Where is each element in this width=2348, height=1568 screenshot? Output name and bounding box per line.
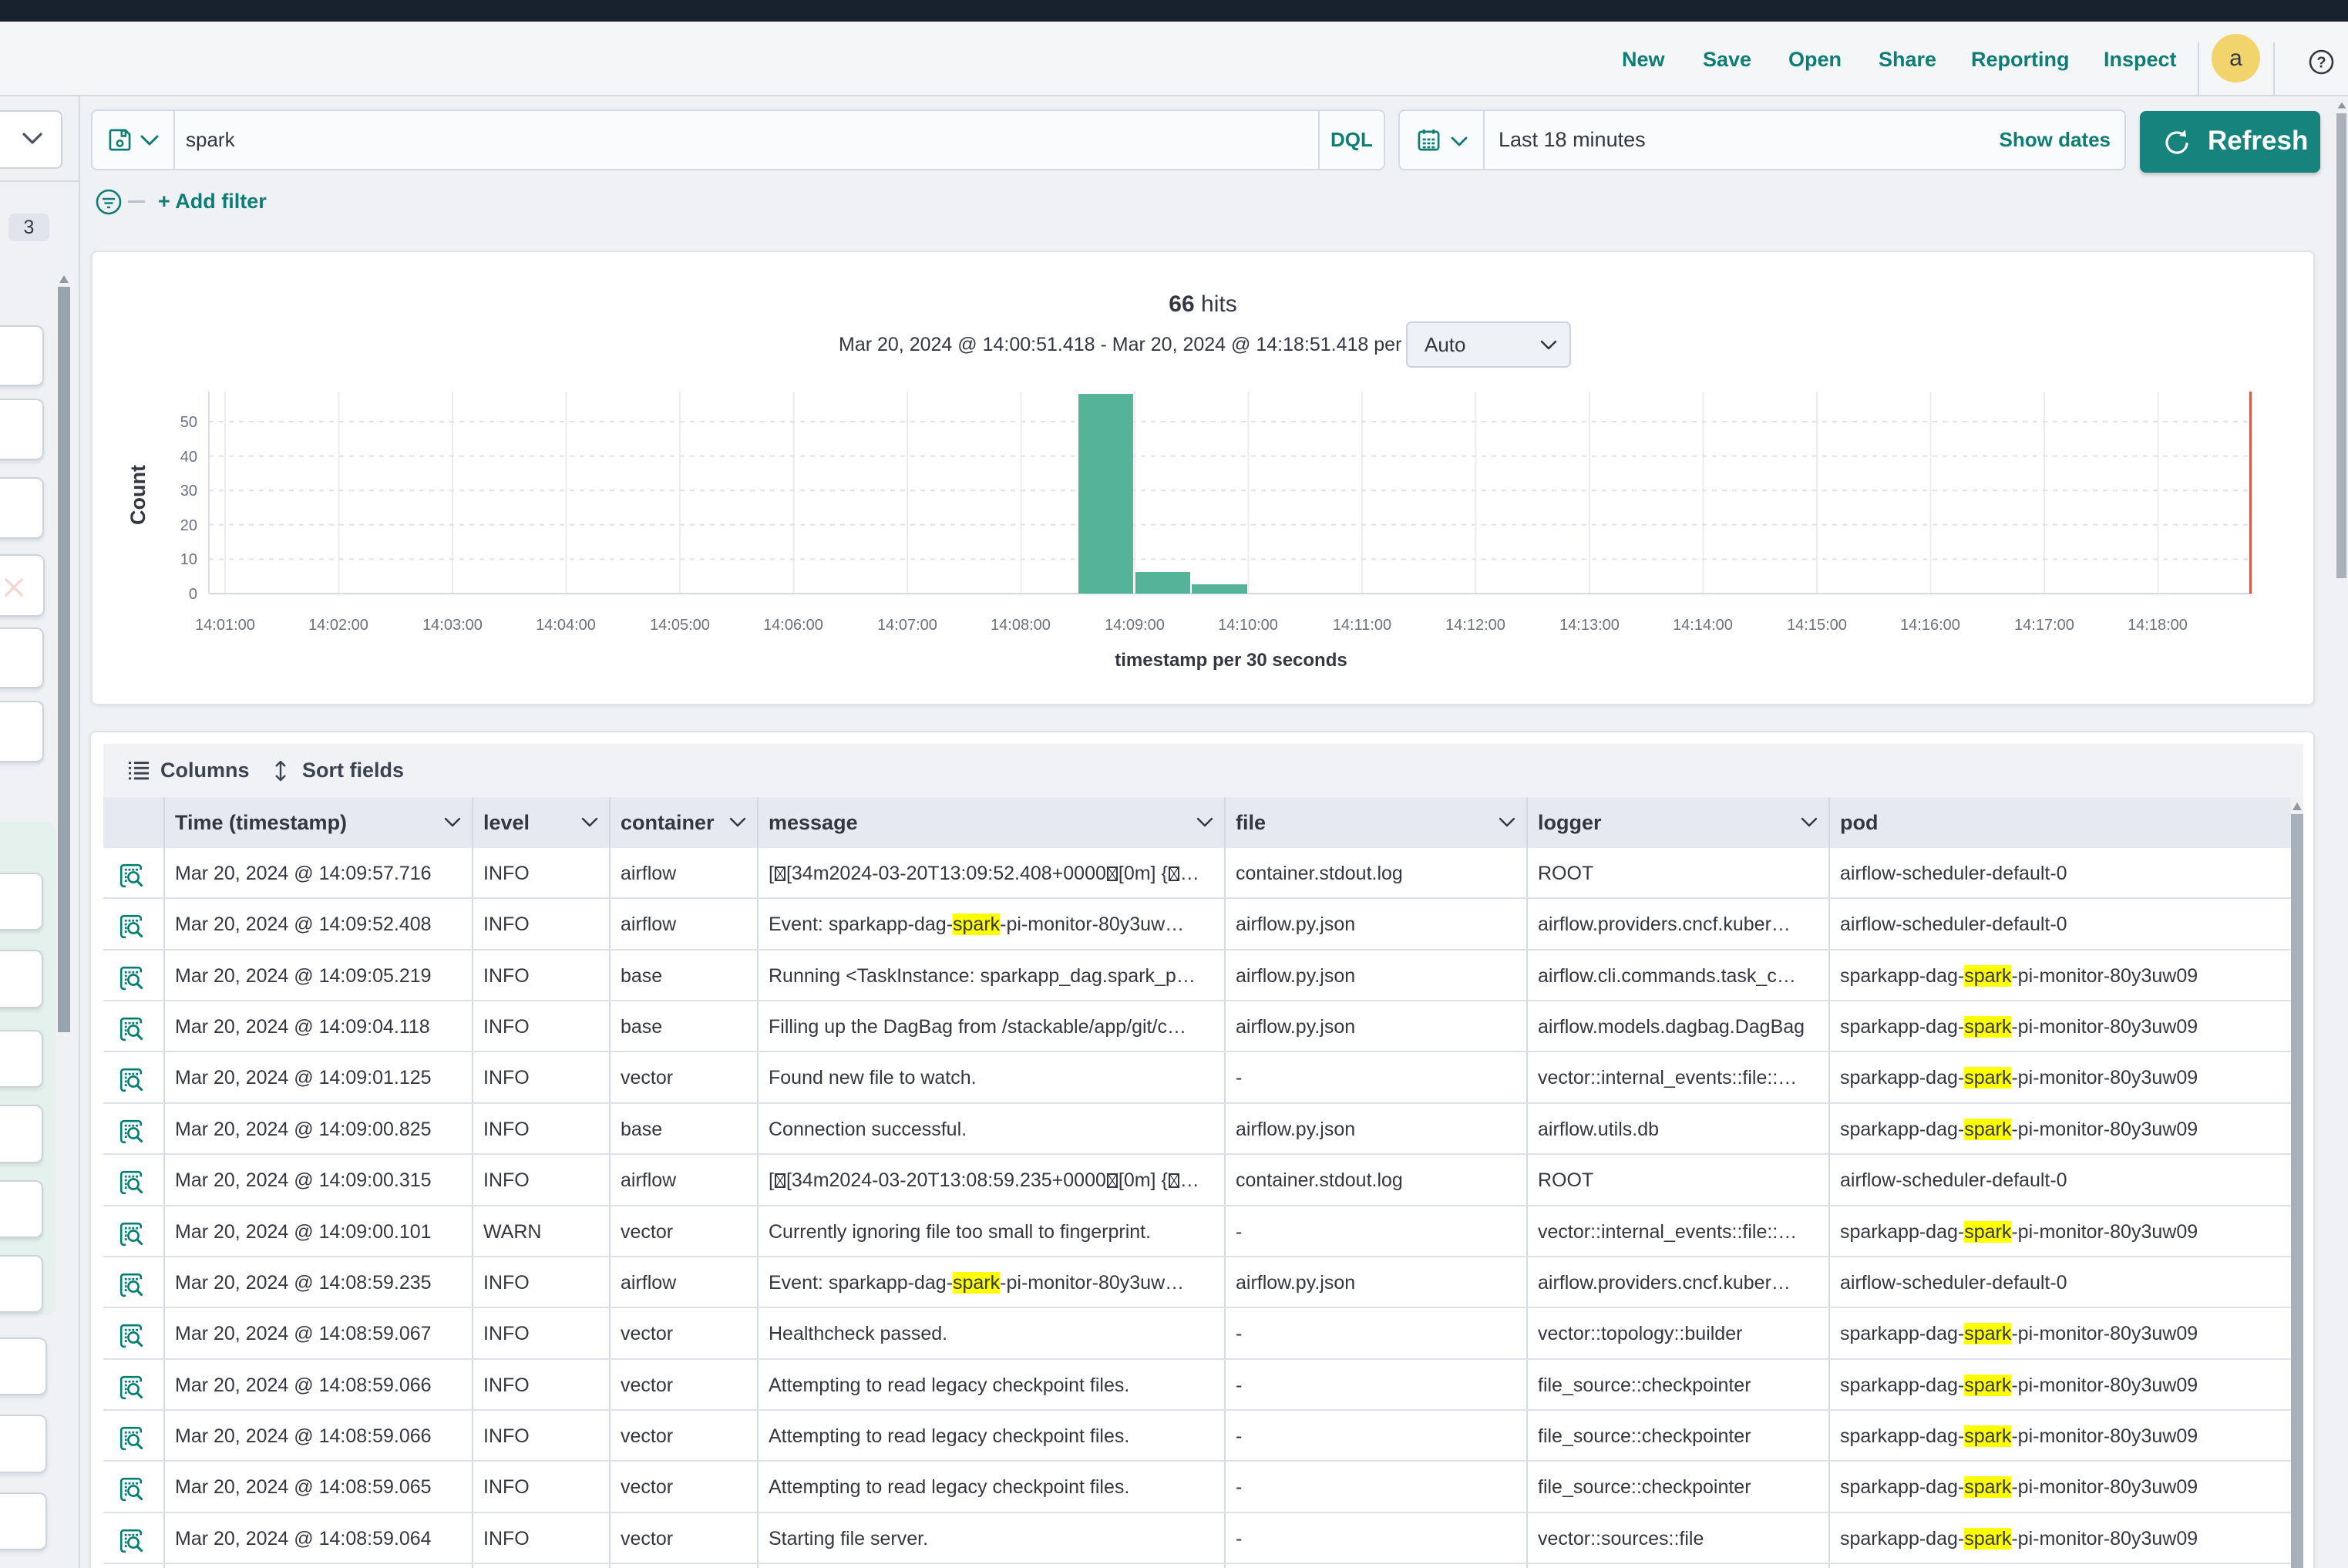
svg-text:14:11:00: 14:11:00 xyxy=(1333,617,1391,634)
svg-text:14:01:00: 14:01:00 xyxy=(195,617,255,634)
svg-text:14:16:00: 14:16:00 xyxy=(1900,617,1960,634)
svg-text:timestamp per 30 seconds: timestamp per 30 seconds xyxy=(1115,650,1347,671)
svg-text:14:14:00: 14:14:00 xyxy=(1673,617,1733,634)
svg-text:14:05:00: 14:05:00 xyxy=(650,617,710,634)
svg-text:14:09:00: 14:09:00 xyxy=(1105,617,1165,634)
svg-text:Count: Count xyxy=(126,465,150,525)
svg-text:20: 20 xyxy=(180,517,197,534)
svg-text:14:10:00: 14:10:00 xyxy=(1218,617,1278,634)
svg-text:14:15:00: 14:15:00 xyxy=(1787,617,1847,634)
svg-text:14:12:00: 14:12:00 xyxy=(1445,617,1505,634)
svg-text:14:18:00: 14:18:00 xyxy=(2128,617,2188,634)
svg-text:14:13:00: 14:13:00 xyxy=(1559,617,1620,634)
svg-text:14:08:00: 14:08:00 xyxy=(991,617,1051,634)
svg-text:14:06:00: 14:06:00 xyxy=(763,617,823,634)
svg-text:30: 30 xyxy=(180,483,197,500)
svg-text:40: 40 xyxy=(180,449,197,466)
svg-text:0: 0 xyxy=(189,586,197,603)
svg-text:14:02:00: 14:02:00 xyxy=(308,617,368,634)
svg-text:10: 10 xyxy=(180,551,197,568)
svg-text:14:17:00: 14:17:00 xyxy=(2014,617,2074,634)
svg-text:?: ? xyxy=(2316,55,2326,72)
svg-text:14:07:00: 14:07:00 xyxy=(877,617,937,634)
svg-text:14:04:00: 14:04:00 xyxy=(536,617,596,634)
svg-text:14:03:00: 14:03:00 xyxy=(422,617,483,634)
svg-text:50: 50 xyxy=(180,414,197,431)
